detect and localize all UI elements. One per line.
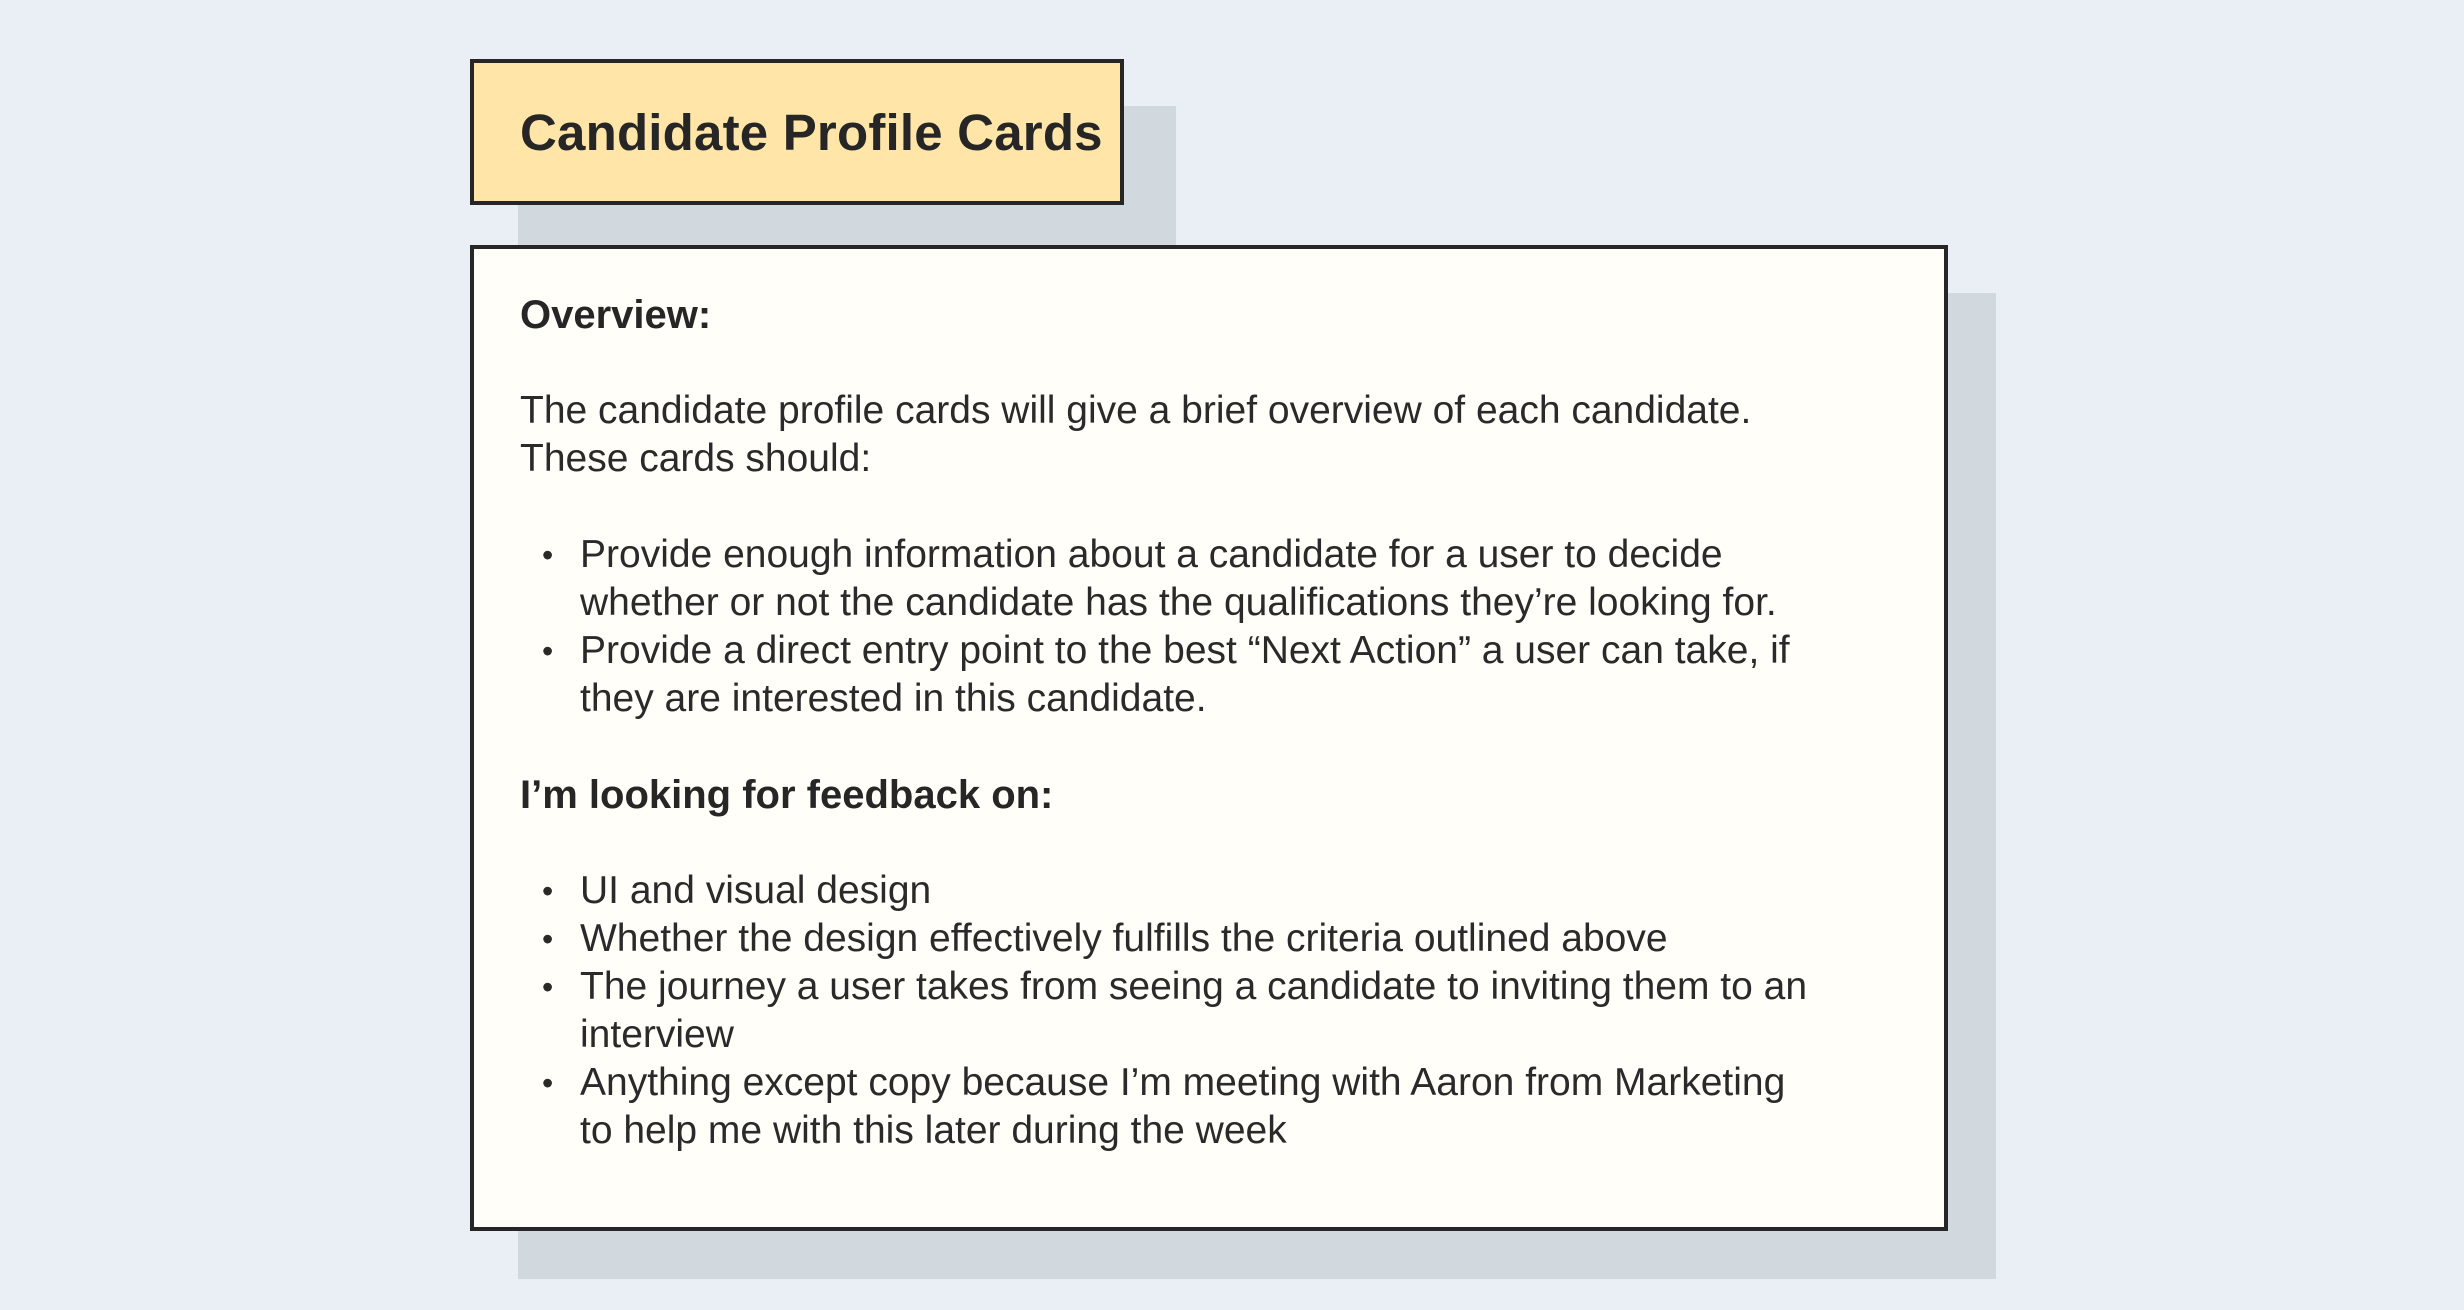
overview-intro-line: The candidate profile cards will give a … bbox=[520, 389, 1752, 432]
list-item-line: Whether the design effectively fulfills … bbox=[580, 917, 1668, 960]
list-item: • The journey a user takes from seeing a… bbox=[520, 963, 1904, 1059]
list-item-line: The journey a user takes from seeing a c… bbox=[580, 965, 1808, 1008]
list-item: • Whether the design effectively fulfill… bbox=[520, 915, 1904, 963]
overview-heading: Overview: bbox=[520, 293, 712, 337]
overview-intro-line: These cards should: bbox=[520, 437, 872, 480]
bullet-icon: • bbox=[542, 537, 554, 573]
list-item-line: whether or not the candidate has the qua… bbox=[580, 581, 1777, 624]
list-item-line: they are interested in this candidate. bbox=[580, 677, 1207, 720]
overview-bullet-list: • Provide enough information about a can… bbox=[520, 531, 1904, 723]
bullet-icon: • bbox=[542, 1065, 554, 1101]
list-item-line: UI and visual design bbox=[580, 869, 932, 912]
bullet-icon: • bbox=[542, 633, 554, 669]
bullet-icon: • bbox=[542, 921, 554, 957]
page-title: Candidate Profile Cards bbox=[520, 103, 1103, 161]
feedback-bullet-list: • UI and visual design • Whether the des… bbox=[520, 867, 1904, 1155]
bullet-icon: • bbox=[542, 873, 554, 909]
feedback-heading: I’m looking for feedback on: bbox=[520, 773, 1054, 817]
list-item-line: Provide a direct entry point to the best… bbox=[580, 629, 1790, 672]
list-item-line: Provide enough information about a candi… bbox=[580, 533, 1723, 576]
content-card: Overview: The candidate profile cards wi… bbox=[470, 245, 1948, 1231]
list-item: • UI and visual design bbox=[520, 867, 1904, 915]
list-item-line: to help me with this later during the we… bbox=[580, 1109, 1287, 1152]
list-item: • Provide a direct entry point to the be… bbox=[520, 627, 1904, 723]
list-item-line: Anything except copy because I’m meeting… bbox=[580, 1061, 1786, 1104]
title-card: Candidate Profile Cards bbox=[470, 59, 1124, 205]
bullet-icon: • bbox=[542, 969, 554, 1005]
list-item: • Anything except copy because I’m meeti… bbox=[520, 1059, 1904, 1155]
list-item-line: interview bbox=[580, 1013, 734, 1056]
list-item: • Provide enough information about a can… bbox=[520, 531, 1904, 627]
